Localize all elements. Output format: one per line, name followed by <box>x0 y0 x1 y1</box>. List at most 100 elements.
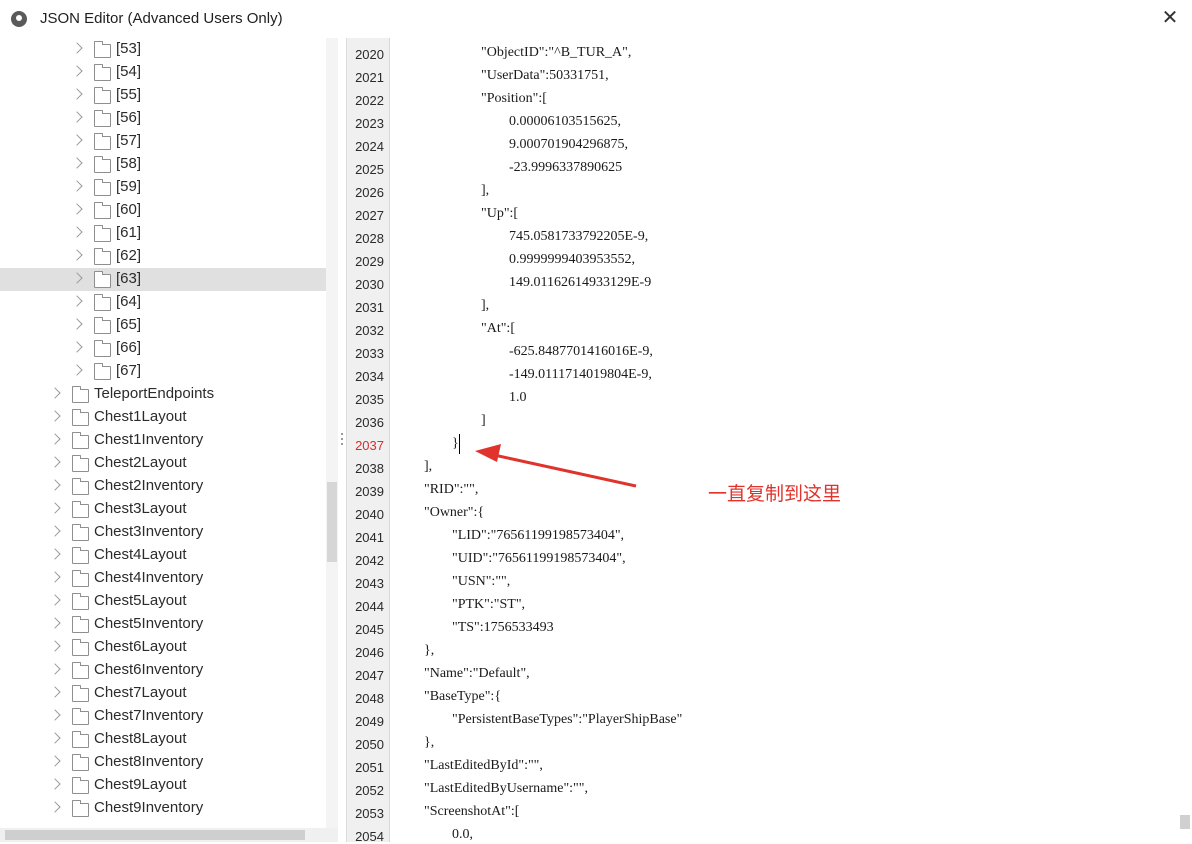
tree-item-label: [57] <box>116 132 142 149</box>
tree-item[interactable]: Chest2Inventory <box>0 475 326 498</box>
chevron-right-icon[interactable] <box>71 88 83 100</box>
tree-item[interactable]: Chest1Layout <box>0 406 326 429</box>
panel-splitter[interactable] <box>338 38 346 842</box>
line-number: 2051 <box>355 760 384 775</box>
chevron-right-icon[interactable] <box>71 226 83 238</box>
splitter-grip-dot <box>341 438 343 440</box>
folder-icon <box>72 593 89 610</box>
chevron-right-icon[interactable] <box>49 778 61 790</box>
chevron-right-icon[interactable] <box>71 341 83 353</box>
chevron-right-icon[interactable] <box>71 364 83 376</box>
code-line: "Up":[ <box>481 206 519 221</box>
tree-item[interactable]: Chest5Inventory <box>0 613 326 636</box>
tree-item[interactable]: Chest4Inventory <box>0 567 326 590</box>
tree-item-label: Chest8Layout <box>94 730 187 747</box>
chevron-right-icon[interactable] <box>49 456 61 468</box>
chevron-right-icon[interactable] <box>49 709 61 721</box>
tree-item-label: TeleportEndpoints <box>94 385 215 402</box>
chevron-right-icon[interactable] <box>49 410 61 422</box>
code-line: }, <box>424 643 435 658</box>
chevron-right-icon[interactable] <box>49 617 61 629</box>
tree-item[interactable]: [67] <box>0 360 326 383</box>
tree-item[interactable]: Chest7Layout <box>0 682 326 705</box>
chevron-right-icon[interactable] <box>49 594 61 606</box>
chevron-right-icon[interactable] <box>71 157 83 169</box>
tree-item[interactable]: [63] <box>0 268 326 291</box>
chevron-right-icon[interactable] <box>71 65 83 77</box>
chevron-right-icon[interactable] <box>71 180 83 192</box>
code-line: "PTK":"ST", <box>452 597 526 612</box>
tree-item[interactable]: [62] <box>0 245 326 268</box>
tree-horizontal-thumb[interactable] <box>5 830 305 840</box>
line-number: 2020 <box>355 47 384 62</box>
tree-item[interactable]: Chest5Layout <box>0 590 326 613</box>
tree-item[interactable]: Chest9Inventory <box>0 797 326 820</box>
tree-item-label: [53] <box>116 40 142 57</box>
tree-item[interactable]: [55] <box>0 84 326 107</box>
tree-item[interactable]: [57] <box>0 130 326 153</box>
folder-icon <box>72 616 89 633</box>
tree-item[interactable]: [61] <box>0 222 326 245</box>
tree-item[interactable]: Chest3Inventory <box>0 521 326 544</box>
tree-item[interactable]: [59] <box>0 176 326 199</box>
chevron-right-icon[interactable] <box>49 479 61 491</box>
line-number: 2029 <box>355 254 384 269</box>
tree-item[interactable]: [56] <box>0 107 326 130</box>
chevron-right-icon[interactable] <box>49 387 61 399</box>
folder-icon <box>94 133 111 150</box>
folder-icon <box>72 478 89 495</box>
tree-item[interactable]: Chest2Layout <box>0 452 326 475</box>
close-icon[interactable]: ✕ <box>1148 0 1192 38</box>
line-number: 2053 <box>355 806 384 821</box>
code-line: "UID":"76561199198573404", <box>452 551 626 566</box>
tree-item[interactable]: [53] <box>0 38 326 61</box>
tree-item-label: Chest9Layout <box>94 776 187 793</box>
chevron-right-icon[interactable] <box>49 571 61 583</box>
chevron-right-icon[interactable] <box>49 640 61 652</box>
chevron-right-icon[interactable] <box>49 525 61 537</box>
editor-scroll-thumb[interactable] <box>1180 815 1190 829</box>
tree-vertical-scrollbar[interactable] <box>326 38 338 828</box>
folder-icon <box>72 524 89 541</box>
tree-item[interactable]: TeleportEndpoints <box>0 383 326 406</box>
chevron-right-icon[interactable] <box>71 295 83 307</box>
chevron-right-icon[interactable] <box>71 42 83 54</box>
chevron-right-icon[interactable] <box>49 502 61 514</box>
editor-vertical-scrollbar[interactable] <box>1178 38 1192 842</box>
tree-item[interactable]: Chest9Layout <box>0 774 326 797</box>
tree-item[interactable]: [66] <box>0 337 326 360</box>
tree-item[interactable]: Chest3Layout <box>0 498 326 521</box>
tree-item[interactable]: [65] <box>0 314 326 337</box>
chevron-right-icon[interactable] <box>71 134 83 146</box>
chevron-right-icon[interactable] <box>49 663 61 675</box>
tree-item[interactable]: Chest7Inventory <box>0 705 326 728</box>
code-line: ], <box>481 298 490 313</box>
chevron-right-icon[interactable] <box>49 548 61 560</box>
chevron-right-icon[interactable] <box>71 249 83 261</box>
chevron-right-icon[interactable] <box>49 686 61 698</box>
chevron-right-icon[interactable] <box>49 433 61 445</box>
code-line: } <box>452 436 459 451</box>
title-bar: JSON Editor (Advanced Users Only) ✕ <box>0 0 1192 39</box>
chevron-right-icon[interactable] <box>71 272 83 284</box>
tree-item-label: Chest1Inventory <box>94 431 204 448</box>
chevron-right-icon[interactable] <box>71 203 83 215</box>
tree-item[interactable]: [60] <box>0 199 326 222</box>
tree-item[interactable]: Chest8Inventory <box>0 751 326 774</box>
chevron-right-icon[interactable] <box>49 801 61 813</box>
line-number: 2022 <box>355 93 384 108</box>
tree-item[interactable]: Chest1Inventory <box>0 429 326 452</box>
tree-scroll-thumb[interactable] <box>327 482 337 562</box>
chevron-right-icon[interactable] <box>71 318 83 330</box>
chevron-right-icon[interactable] <box>49 732 61 744</box>
tree-item[interactable]: Chest6Inventory <box>0 659 326 682</box>
tree-item[interactable]: Chest6Layout <box>0 636 326 659</box>
tree-item[interactable]: [58] <box>0 153 326 176</box>
tree-item[interactable]: Chest4Layout <box>0 544 326 567</box>
folder-icon <box>94 317 111 334</box>
tree-item[interactable]: Chest8Layout <box>0 728 326 751</box>
chevron-right-icon[interactable] <box>49 755 61 767</box>
tree-item[interactable]: [64] <box>0 291 326 314</box>
chevron-right-icon[interactable] <box>71 111 83 123</box>
tree-item[interactable]: [54] <box>0 61 326 84</box>
